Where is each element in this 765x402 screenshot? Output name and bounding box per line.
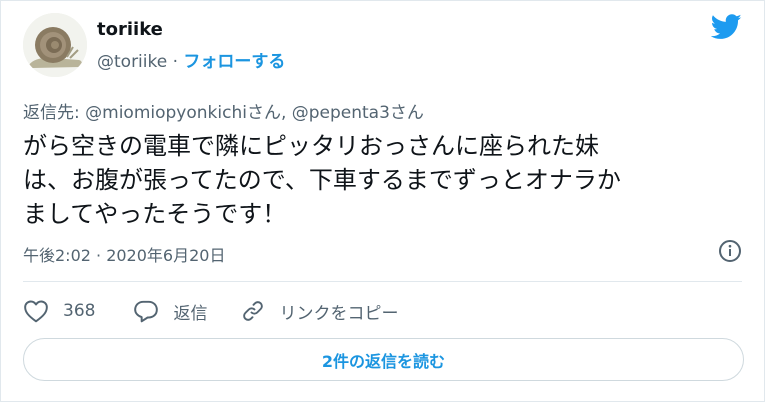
action-bar: 368 返信 リンクをコピー bbox=[23, 296, 398, 326]
snail-avatar-icon bbox=[23, 13, 87, 77]
like-count: 368 bbox=[63, 301, 96, 321]
author-avatar[interactable] bbox=[23, 13, 87, 77]
copy-link-label: リンクをコピー bbox=[279, 303, 399, 324]
author-display-name[interactable]: toriike bbox=[97, 19, 163, 40]
reply-bubble-icon bbox=[134, 300, 159, 323]
reply-to-line[interactable]: 返信先: @miomiopyonkichiさん, @pepenta3さん bbox=[23, 98, 424, 123]
reply-label: 返信 bbox=[173, 303, 208, 324]
heart-icon bbox=[24, 300, 48, 323]
tweet-card: toriike @toriike · フォローする 返信先: @miomiopy… bbox=[0, 0, 765, 402]
tweet-text: がら空きの電車で隣にピッタリおっさんに座られた妹 は、お腹が張ってたので、下車す… bbox=[23, 132, 621, 228]
info-icon[interactable] bbox=[718, 239, 742, 263]
author-handle-row: @toriike · フォローする bbox=[97, 47, 285, 72]
tweet-timestamp[interactable]: 午後2:02 · 2020年6月20日 bbox=[23, 242, 225, 266]
author-handle[interactable]: @toriike bbox=[97, 52, 167, 72]
read-replies-button[interactable]: 2件の返信を読む bbox=[23, 338, 744, 381]
twitter-bird-icon[interactable] bbox=[711, 14, 742, 40]
handle-separator: · bbox=[172, 52, 179, 72]
divider bbox=[23, 281, 742, 282]
follow-link[interactable]: フォローする bbox=[183, 52, 285, 72]
reply-button[interactable]: 返信 bbox=[133, 299, 207, 324]
link-icon bbox=[243, 301, 264, 321]
copy-link-button[interactable]: リンクをコピー bbox=[241, 299, 398, 324]
like-button[interactable]: 368 bbox=[23, 299, 95, 323]
